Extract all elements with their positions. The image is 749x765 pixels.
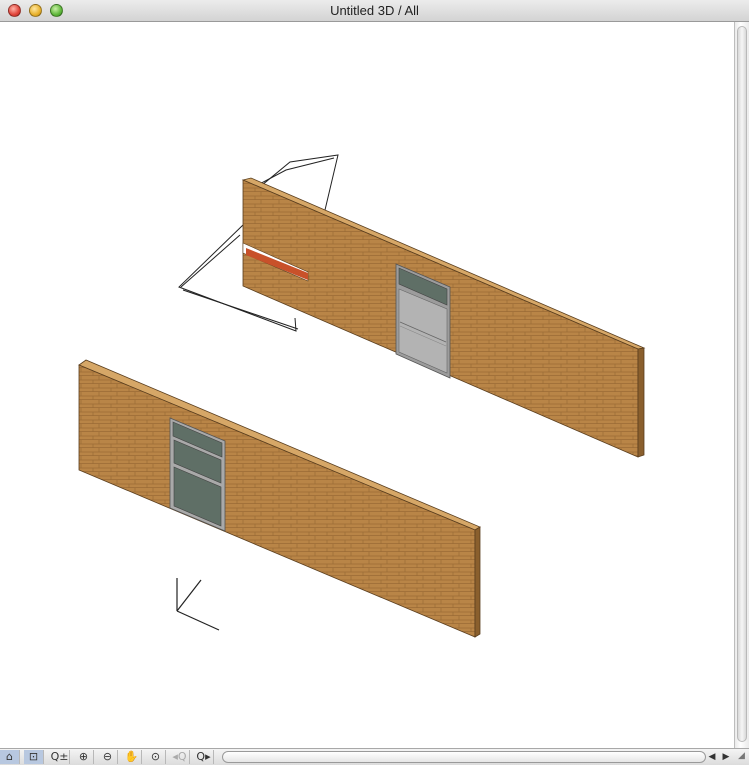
camera-icon[interactable]: ⌂ [0, 750, 20, 764]
scroll-left-arrow-icon[interactable]: ◀ [705, 750, 719, 764]
scroll-right-arrow-icon[interactable]: ▶ [719, 750, 733, 764]
horizontal-scrollbar[interactable] [222, 751, 706, 763]
axis-gizmo [176, 578, 220, 631]
3d-viewport[interactable] [0, 22, 734, 748]
lower-wall[interactable] [78, 359, 481, 638]
vertical-scroll-track[interactable] [737, 26, 747, 742]
zoom-next-icon[interactable]: Q▸ [194, 750, 214, 764]
zoom-out-icon[interactable]: ⊖ [98, 750, 118, 764]
zoom-reset-icon[interactable]: ⊙ [146, 750, 166, 764]
resize-grip-icon[interactable]: ◢ [734, 748, 749, 765]
3d-model-canvas[interactable] [0, 22, 734, 748]
pan-hand-icon[interactable]: ✋ [122, 750, 142, 764]
window-title: Untitled 3D / All [330, 3, 419, 18]
zoom-previous-icon[interactable]: ◂Q [170, 750, 190, 764]
window-titlebar[interactable]: Untitled 3D / All [0, 0, 749, 22]
vertical-scrollbar[interactable] [734, 22, 749, 748]
zoom-in-icon[interactable]: ⊕ [74, 750, 94, 764]
view-toolbar: ⌂ ⊡ Q± ⊕ ⊖ ✋ ⊙ ◂Q Q▸ ◀ ▶ [0, 748, 749, 765]
zoom-fit-icon[interactable]: Q± [50, 750, 70, 764]
zoom-window-icon[interactable]: ⊡ [24, 750, 44, 764]
